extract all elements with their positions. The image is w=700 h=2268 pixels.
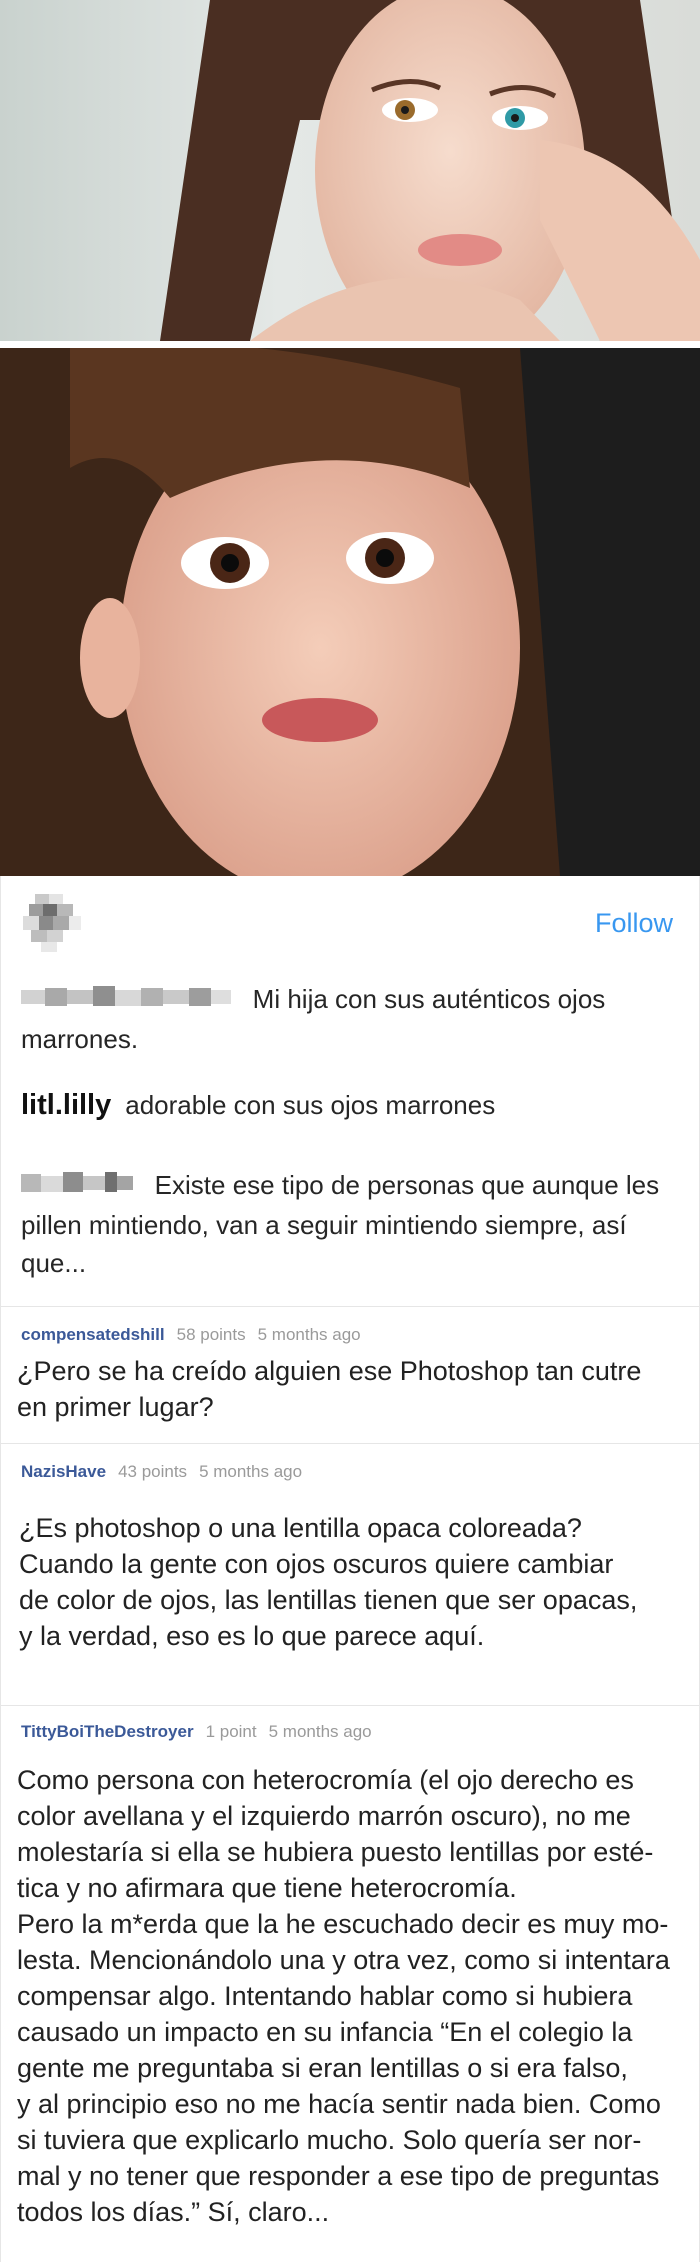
comment-card: compensatedshill 58 points 5 months ago ¿P… bbox=[0, 1306, 700, 1444]
comment-time: 5 months ago bbox=[199, 1462, 303, 1481]
comment-line: Pero la m*erda que la he escuchado decir… bbox=[17, 1909, 669, 1939]
comment-username[interactable]: compensatedshill bbox=[21, 1325, 165, 1344]
comment-line: ¿Pero se ha creído alguien ese Photoshop… bbox=[17, 1356, 642, 1386]
comment-line: todos los días.” Sí, claro... bbox=[17, 2197, 330, 2227]
instagram-post-panel: Follow Mi hija con sus auténticos ojos m… bbox=[0, 876, 700, 1306]
comment-body: ¿Pero se ha creído alguien ese Photoshop… bbox=[17, 1353, 677, 1425]
comment-line: compensar algo. Intentando hablar como s… bbox=[17, 1981, 633, 2011]
comment-meta: NazisHave 43 points 5 months ago bbox=[21, 1462, 302, 1482]
comment-line: ¿Es photoshop o una lentilla opaca color… bbox=[19, 1513, 582, 1543]
page-bottom-padding bbox=[0, 2262, 700, 2268]
photo-adult-woman bbox=[0, 0, 700, 341]
comment-username[interactable]: TittyBoiTheDestroyer bbox=[21, 1722, 194, 1741]
comment-time: 5 months ago bbox=[268, 1722, 372, 1741]
comment-username[interactable]: NazisHave bbox=[21, 1462, 106, 1481]
follow-button[interactable]: Follow bbox=[595, 908, 673, 939]
comment-points: 58 points bbox=[176, 1325, 246, 1344]
comment-line: tica y no afirmara que tiene heterocromí… bbox=[17, 1873, 517, 1903]
ig-comment-text: adorable con sus ojos marrones bbox=[125, 1090, 496, 1120]
comment-line: Cuando la gente con ojos oscuros quiere … bbox=[19, 1549, 614, 1579]
comment-line: y al principio eso no me hacía sentir na… bbox=[17, 2089, 661, 2119]
comment-meta: TittyBoiTheDestroyer 1 point 5 months ago bbox=[21, 1722, 372, 1742]
comment-line: y la verdad, eso es lo que parece aquí. bbox=[19, 1621, 485, 1651]
comment-body: ¿Es photoshop o una lentilla opaca color… bbox=[19, 1510, 679, 1654]
comment-time: 5 months ago bbox=[257, 1325, 361, 1344]
comment-line: color avellana y el izquierdo marrón osc… bbox=[17, 1801, 631, 1831]
comment-line: mal y no tener que responder a ese tipo … bbox=[17, 2161, 660, 2191]
comment-card: NazisHave 43 points 5 months ago ¿Es photo… bbox=[0, 1443, 700, 1706]
comment-line: molestaría si ella se hubiera puesto len… bbox=[17, 1837, 654, 1867]
ig-comment-2: litl.lilly adorable con sus ojos marrones bbox=[21, 1086, 671, 1124]
comment-line: lesta. Mencionándolo una y otra vez, com… bbox=[17, 1945, 670, 1975]
comment-card: TittyBoiTheDestroyer 1 point 5 months ago … bbox=[0, 1705, 700, 2263]
comment-line: Como persona con heterocromía (el ojo de… bbox=[17, 1765, 634, 1795]
comment-body: Como persona con heterocromía (el ojo de… bbox=[17, 1762, 677, 2230]
pixelated-username bbox=[21, 1168, 133, 1206]
comment-line: si tuviera que explicarlo mucho. Solo qu… bbox=[17, 2125, 642, 2155]
pixelated-avatar bbox=[23, 894, 81, 952]
pixelated-username bbox=[21, 982, 231, 1020]
comment-line: gente me preguntaba si eran lentillas o … bbox=[17, 2053, 628, 2083]
ig-comment-3: Existe ese tipo de personas que aunque l… bbox=[21, 1166, 671, 1282]
comment-points: 1 point bbox=[205, 1722, 257, 1741]
comment-line: en primer lugar? bbox=[17, 1392, 214, 1422]
ig-comment-1: Mi hija con sus auténticos ojos marrones… bbox=[21, 980, 671, 1058]
ig-username[interactable]: litl.lilly bbox=[21, 1089, 111, 1121]
comment-line: causado un impacto en su infancia “En el… bbox=[17, 2017, 633, 2047]
comment-line: de color de ojos, las lentillas tienen q… bbox=[19, 1585, 638, 1615]
comment-meta: compensatedshill 58 points 5 months ago bbox=[21, 1325, 361, 1345]
photo-child bbox=[0, 348, 700, 876]
comment-points: 43 points bbox=[118, 1462, 188, 1481]
